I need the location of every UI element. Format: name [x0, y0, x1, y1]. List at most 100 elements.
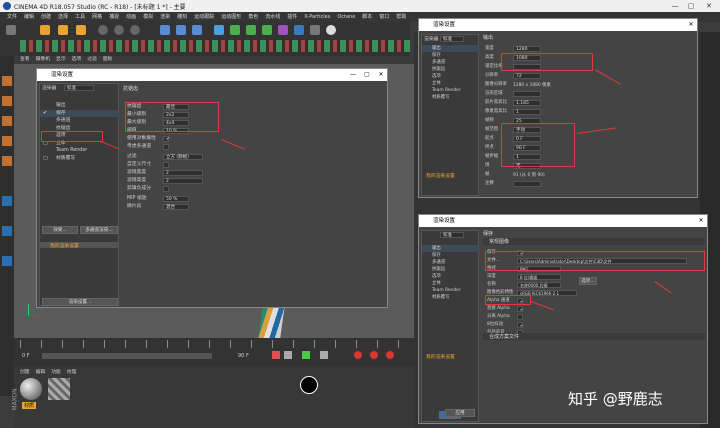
dialog1-nav-item[interactable]: 输出	[40, 102, 120, 110]
aa-field-value[interactable]: ✔	[163, 136, 170, 142]
menu-item[interactable]: 窗口	[379, 12, 389, 22]
menu-item[interactable]: 脚本	[362, 12, 372, 22]
aa-field-value[interactable]: 混合	[163, 204, 189, 210]
keyframe-icon[interactable]	[370, 351, 378, 359]
render-picture-viewer-icon[interactable]	[176, 25, 186, 35]
dialog1-nav-item[interactable]: Team Render	[40, 147, 120, 155]
viewport-menu-item[interactable]: 过滤	[87, 56, 97, 64]
close-button[interactable]: ✕	[702, 1, 716, 11]
dialog3-nav-item[interactable]: Team Render	[422, 287, 480, 294]
dialog2-nav-item[interactable]: 多通道	[422, 59, 480, 66]
save-field-value[interactable]: ✔	[517, 322, 523, 328]
y-axis-icon[interactable]	[114, 25, 124, 35]
undo-icon[interactable]	[6, 25, 16, 35]
menu-item[interactable]: 运动图形	[221, 12, 241, 22]
aa-field-value[interactable]	[163, 186, 169, 192]
effects-button[interactable]: 效果...	[42, 226, 78, 234]
grid-icon[interactable]	[2, 256, 12, 266]
aa-field-value[interactable]	[163, 162, 169, 168]
goto-end-icon[interactable]	[320, 351, 328, 359]
object-mode-icon[interactable]	[2, 96, 12, 106]
minimize-button[interactable]: —	[668, 1, 682, 11]
viewport-menu-item[interactable]: 面板	[103, 56, 113, 64]
timeline[interactable]: 0 F 90 F	[14, 338, 414, 366]
menu-item[interactable]: 渲染	[160, 12, 170, 22]
viewport-menu-item[interactable]: 选项	[72, 56, 82, 64]
material-tab[interactable]: 功能	[51, 368, 61, 375]
menu-item[interactable]: 文件	[7, 12, 17, 22]
goto-start-icon[interactable]	[272, 351, 280, 359]
edges-mode-icon[interactable]	[2, 136, 12, 146]
menu-item[interactable]: 编辑	[24, 12, 34, 22]
timeline-slider[interactable]	[42, 353, 212, 359]
move-icon[interactable]	[40, 25, 50, 35]
menu-item[interactable]: 流水线	[265, 12, 280, 22]
polygons-mode-icon[interactable]	[2, 156, 12, 166]
play-backward-icon[interactable]	[284, 351, 292, 359]
output-field-value[interactable]	[513, 181, 541, 187]
viewport-menu-item[interactable]: 显示	[56, 56, 66, 64]
dialog2-nav-item[interactable]: 输出	[422, 45, 480, 52]
output-field-value[interactable]	[513, 91, 541, 97]
timeline-ruler[interactable]	[20, 340, 408, 348]
dialog3-my-settings[interactable]: 我的渲染设置	[426, 353, 455, 360]
menu-item[interactable]: 捕捉	[109, 12, 119, 22]
aa-field-value[interactable]	[163, 144, 169, 150]
dialog3-nav-item[interactable]: 输出	[422, 245, 480, 252]
scale-icon[interactable]	[58, 25, 68, 35]
menu-item[interactable]: Octane	[337, 12, 355, 22]
output-field-value[interactable]: 1280	[513, 46, 541, 52]
output-field-value[interactable]: 1	[513, 109, 541, 115]
apply-button[interactable]: 应用	[445, 409, 475, 417]
workplane-icon[interactable]	[2, 226, 12, 236]
dialog1-maximize-button[interactable]: ▢	[361, 69, 373, 81]
dialog3-nav-item[interactable]: 抗锯齿	[422, 266, 480, 273]
aa-field-value[interactable]: 50 %	[163, 196, 189, 202]
menu-item[interactable]: X-Particles	[304, 12, 330, 22]
menu-item[interactable]: 选择	[58, 12, 68, 22]
multipass-render-button[interactable]: 多通道渲染...	[80, 226, 118, 234]
render-settings-icon[interactable]	[192, 25, 202, 35]
dialog1-close-button[interactable]: ✕	[375, 69, 387, 81]
output-field-value[interactable]: 72	[513, 73, 541, 79]
snap-icon[interactable]	[2, 196, 12, 206]
deformer-icon[interactable]	[278, 25, 288, 35]
play-icon[interactable]	[302, 351, 310, 359]
maximize-button[interactable]: ▢	[684, 1, 698, 11]
dialog2-nav-item[interactable]: 立体	[422, 80, 480, 87]
menu-item[interactable]: 工具	[75, 12, 85, 22]
menu-item[interactable]: 动画	[126, 12, 136, 22]
viewport-menu-item[interactable]: 查看	[20, 56, 30, 64]
record-icon[interactable]	[354, 351, 362, 359]
dialog2-nav-item[interactable]: 保存	[422, 52, 480, 59]
cube-icon[interactable]	[214, 25, 224, 35]
dialog2-renderer-select[interactable]: 标准	[440, 36, 464, 42]
save-field-value[interactable]: 8 位/通道	[517, 274, 561, 280]
dialog1-renderer-select[interactable]: 标准	[64, 85, 94, 91]
dialog3-nav-item[interactable]: 保存	[422, 252, 480, 259]
floor-icon[interactable]	[294, 25, 304, 35]
model-mode-icon[interactable]	[2, 76, 12, 86]
dialog2-nav-item[interactable]: Team Render	[422, 87, 480, 94]
dialog3-nav-item[interactable]: 选项	[422, 273, 480, 280]
dialog1-nav-item[interactable]: ✔ 保存	[40, 109, 120, 118]
nav-check[interactable]: ✔	[43, 110, 47, 118]
output-field-value[interactable]: 1.185	[513, 100, 541, 106]
dialog1-nav-item[interactable]: □ 材质覆写	[40, 155, 120, 163]
menu-item[interactable]: 网格	[92, 12, 102, 22]
dialog2-close-button[interactable]: ✕	[685, 19, 697, 31]
menu-item[interactable]: 模拟	[143, 12, 153, 22]
menu-item[interactable]: 运动跟踪	[194, 12, 214, 22]
dialog1-nav-item[interactable]: 多通道	[40, 117, 120, 125]
dialog2-nav-item[interactable]: 材质覆写	[422, 94, 480, 101]
aa-field-value[interactable]: 2	[163, 170, 203, 176]
aa-field-value[interactable]: 立方 (静帧)	[163, 154, 203, 160]
pen-icon[interactable]	[230, 25, 240, 35]
dialog3-nav-item[interactable]: 材质覆写	[422, 294, 480, 301]
save-field-value[interactable]	[517, 314, 523, 320]
subdivision-icon[interactable]	[246, 25, 256, 35]
dialog2-nav-item[interactable]: 抗锯齿	[422, 66, 480, 73]
menu-item[interactable]: 插件	[287, 12, 297, 22]
dialog2-my-settings[interactable]: 我的渲染设置	[426, 172, 455, 179]
rotate-icon[interactable]	[76, 25, 86, 35]
